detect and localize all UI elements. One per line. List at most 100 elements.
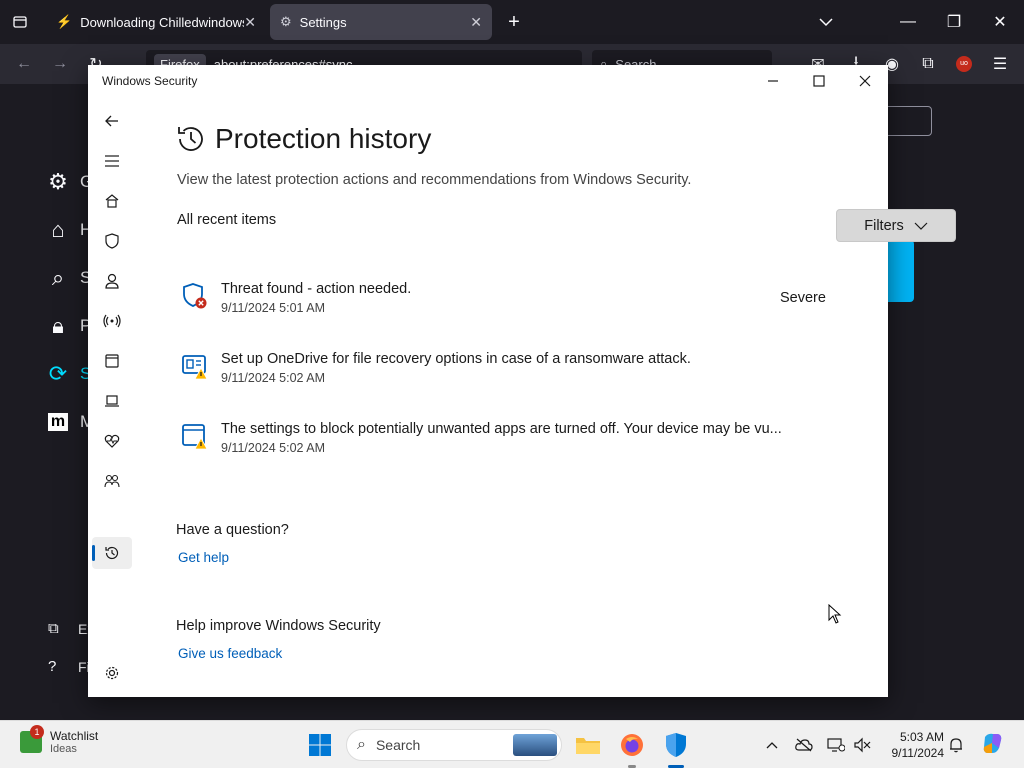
widget-subtitle: Ideas [50,743,77,755]
item-title: The settings to block potentially unwant… [221,421,782,437]
network-display-icon[interactable] [826,735,846,755]
defender-shield-icon [666,733,686,757]
system-clock[interactable]: 5:03 AM 9/11/2024 [880,729,945,761]
sidebar-item-help[interactable]: ? Fi [48,658,90,675]
browser-tabbar: ⚡ Downloading Chilledwindows.e ✕ ⚙ Setti… [0,0,1024,44]
tab-downloading[interactable]: ⚡ Downloading Chilledwindows.e ✕ [46,4,266,40]
mozilla-icon: m [44,408,72,436]
search-icon: ⌕ [357,736,366,753]
mouse-cursor-icon [828,604,842,624]
ransomware-warning-icon [182,355,208,380]
forward-icon[interactable]: → [48,52,72,76]
item-title: Set up OneDrive for file recovery option… [221,351,691,367]
sidebar-item-privacy[interactable]: 🔒︎ P [44,312,91,340]
clock-time: 5:03 AM [899,730,944,744]
question-heading: Have a question? [176,522,289,538]
item-date: 9/11/2024 5:02 AM [221,371,326,385]
close-tab-icon[interactable]: ✕ [244,14,256,31]
sidebar-item-sync[interactable]: ⟳ S [44,360,92,388]
search-highlight-image [513,734,557,756]
tab-title: Downloading Chilledwindows.e [80,14,245,30]
get-help-link[interactable]: Get help [178,550,229,565]
sidebar-item-mozilla[interactable]: mM [44,408,94,436]
stock-chart-icon: 1 [20,725,44,753]
history-icon [178,127,203,151]
feedback-heading: Help improve Windows Security [176,618,381,634]
home-icon: ⌂ [51,217,65,242]
history-icon[interactable] [100,541,124,565]
taskbar: 1 Watchlist Ideas ⌕ Search 5:03 AM 9/11/… [0,720,1024,768]
copilot-icon[interactable] [980,731,1006,757]
windows-logo-icon [309,734,331,756]
help-icon: ? [48,658,57,675]
section-label: All recent items [177,212,277,228]
taskbar-search-box[interactable]: ⌕ Search [346,729,562,761]
close-window-icon[interactable]: ✕ [988,10,1012,34]
tab-settings[interactable]: ⚙ Settings ✕ [270,4,492,40]
page-description: View the latest protection actions and r… [177,172,692,188]
search-icon: ⌕ [51,265,65,290]
onedrive-offline-icon[interactable] [794,735,814,755]
sidebar-item-search[interactable]: ⌕ S [44,264,92,292]
chevron-up-icon[interactable] [762,735,782,755]
volume-muted-icon[interactable] [852,735,872,755]
family-icon[interactable] [100,469,124,493]
sidebar-item-general[interactable]: ⚙ G [44,168,93,196]
gear-icon: ⚙ [280,14,292,29]
account-icon[interactable] [100,269,124,293]
give-feedback-link[interactable]: Give us feedback [178,646,282,661]
folder-icon [576,738,600,754]
firefox-button[interactable] [616,729,648,761]
item-date: 9/11/2024 5:02 AM [221,441,326,455]
menu-icon[interactable]: ☰ [988,52,1012,76]
widget-title: Watchlist [50,729,99,743]
restore-icon[interactable]: ❐ [942,10,966,34]
tab-list-icon[interactable] [8,10,32,34]
sidebar-item-home[interactable]: ⌂ H [44,216,92,244]
protection-history-page: Protection history View the latest prote… [176,65,956,697]
severity-label: Severe [780,290,826,306]
close-tab-icon[interactable]: ✕ [470,14,482,31]
home-icon[interactable] [100,189,124,213]
windows-security-window: Windows Security Protection history View… [88,65,956,697]
shield-error-icon [183,283,207,309]
history-item-threat[interactable]: Threat found - action needed. 9/11/2024 … [176,281,836,321]
notification-bell-icon[interactable] [946,735,966,755]
clock-date: 9/11/2024 [891,746,945,760]
settings-gear-icon[interactable] [100,661,124,685]
chevron-down-icon [914,219,928,233]
extensions-icon[interactable]: ⧉ [916,52,940,76]
app-browser-icon[interactable] [100,349,124,373]
history-item-onedrive[interactable]: Set up OneDrive for file recovery option… [176,351,836,391]
gear-icon: ⚙ [48,169,68,194]
back-arrow-icon[interactable] [100,109,124,133]
shield-icon[interactable] [100,229,124,253]
file-explorer-button[interactable] [572,729,604,761]
windows-security-button[interactable] [660,729,692,761]
firefox-icon [621,734,643,756]
hamburger-menu-icon[interactable] [100,149,124,173]
app-browser-warning-icon [182,424,208,450]
page-title: Protection history [176,123,431,155]
chevron-down-icon[interactable] [814,10,838,34]
bolt-icon: ⚡ [56,14,73,29]
tab-title: Settings [299,14,347,30]
minimize-icon[interactable]: — [896,10,920,34]
lock-icon: 🔒︎ [52,313,64,338]
network-icon[interactable] [100,309,124,333]
device-security-icon[interactable] [100,389,124,413]
history-item-pua[interactable]: The settings to block potentially unwant… [176,421,836,461]
back-icon[interactable]: ← [12,52,36,76]
start-button[interactable] [304,729,336,761]
health-icon[interactable] [100,429,124,453]
sync-icon: ⟳ [48,361,68,386]
item-date: 9/11/2024 5:01 AM [221,301,326,315]
new-tab-icon[interactable]: + [502,10,526,34]
item-title: Threat found - action needed. [221,281,412,297]
filters-button[interactable]: Filters [836,209,956,242]
widgets-button[interactable]: 1 Watchlist Ideas [20,725,99,755]
ublock-icon[interactable]: uo [952,52,976,76]
navigation-rail [88,97,136,697]
extensions-icon: ⧉ [48,620,59,637]
notification-badge: 1 [30,725,44,739]
